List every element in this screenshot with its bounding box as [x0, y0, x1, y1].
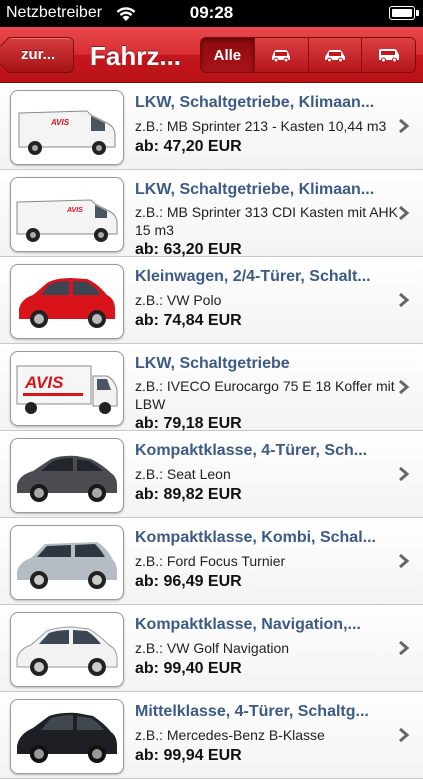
svg-text:AVIS: AVIS — [24, 373, 64, 392]
vehicle-example: z.B.: IVECO Eurocargo 75 E 18 Koffer mit… — [135, 378, 395, 412]
vehicle-category: LKW, Schaltgetriebe, Klimaan... — [135, 94, 375, 111]
page-title: Fahrz... — [90, 41, 182, 71]
segment-mid-car[interactable] — [307, 38, 362, 72]
vehicle-image — [10, 699, 124, 774]
vehicle-image: AVIS — [10, 351, 124, 426]
carrier-name: Netzbetreiber — [6, 4, 103, 21]
vehicle-price: ab: 99,40 EUR — [135, 660, 242, 677]
list-item[interactable]: Kompaktklasse, Navigation,... z.B.: VW G… — [0, 605, 423, 692]
list-item[interactable]: AVIS LKW, Schaltgetriebe, Klimaan... z.B… — [0, 83, 423, 170]
vehicle-price: ab: 96,49 EUR — [135, 573, 242, 590]
vehicle-category: Kompaktklasse, Kombi, Schal... — [135, 529, 376, 546]
segment-small-car[interactable] — [253, 38, 308, 72]
chevron-right-icon — [399, 640, 410, 656]
vehicle-category: LKW, Schaltgetriebe, Klimaan... — [135, 181, 375, 198]
list-item[interactable]: Kompaktklasse, 4-Türer, Sch... z.B.: Sea… — [0, 431, 423, 518]
vehicle-category: Mittelklasse, 4-Türer, Schaltg... — [135, 703, 369, 720]
list-item[interactable]: Kompaktklasse, Kombi, Schal... z.B.: For… — [0, 518, 423, 605]
chevron-right-icon — [399, 118, 410, 134]
battery-icon — [389, 6, 419, 20]
van-icon: AVIS — [16, 199, 118, 242]
list-item[interactable]: Kleinwagen, 2/4-Türer, Schalt... z.B.: V… — [0, 257, 423, 344]
black-car-icon — [17, 712, 117, 763]
segment-all-label: Alle — [213, 46, 242, 64]
vehicle-image — [10, 525, 124, 600]
wagon-icon — [17, 542, 117, 589]
car-icon — [272, 50, 291, 63]
white-car-icon — [16, 626, 118, 676]
vehicle-example: z.B.: Seat Leon — [135, 466, 231, 482]
vehicle-image: AVIS — [10, 177, 124, 252]
chevron-right-icon — [399, 727, 410, 743]
vehicle-price: ab: 89,82 EUR — [135, 486, 242, 503]
vehicle-image: AVIS — [10, 90, 124, 165]
vehicle-image — [10, 612, 124, 687]
chevron-right-icon — [399, 466, 410, 482]
chevron-right-icon — [399, 553, 410, 569]
van-icon — [378, 49, 399, 63]
vehicle-category: Kompaktklasse, 4-Türer, Sch... — [135, 442, 368, 459]
van-icon: AVIS — [18, 110, 116, 155]
navigation-bar: zur... Fahrz... Alle — [0, 27, 423, 83]
list-item[interactable]: AVIS LKW, Schaltgetriebe z.B.: IVECO Eur… — [0, 344, 423, 432]
red-car-icon — [19, 278, 115, 328]
vehicle-category: LKW, Schaltgetriebe — [135, 355, 290, 372]
segment-all[interactable]: Alle — [201, 38, 254, 72]
vehicle-price: ab: 47,20 EUR — [135, 138, 242, 155]
vehicle-example: z.B.: VW Golf Navigation — [135, 640, 290, 656]
chevron-right-icon — [399, 379, 410, 395]
back-button[interactable]: zur... — [0, 36, 74, 74]
vehicle-image — [10, 264, 124, 339]
svg-text:AVIS: AVIS — [66, 207, 83, 214]
car-icon — [324, 50, 345, 63]
vehicle-price: ab: 74,84 EUR — [135, 312, 242, 329]
vehicle-list: AVIS LKW, Schaltgetriebe, Klimaan... z.B… — [0, 83, 423, 779]
chevron-right-icon — [399, 292, 410, 308]
chevron-right-icon — [399, 205, 410, 221]
vehicle-category: Kompaktklasse, Navigation,... — [135, 616, 361, 633]
vehicle-example: z.B.: Mercedes-Benz B-Klasse — [135, 727, 325, 743]
category-segmented-control: Alle — [200, 37, 416, 73]
back-button-label: zur... — [21, 46, 56, 63]
svg-text:AVIS: AVIS — [50, 118, 70, 127]
list-item[interactable]: Mittelklasse, 4-Türer, Schaltg... z.B.: … — [0, 692, 423, 779]
dark-car-icon — [17, 455, 117, 502]
status-bar: Netzbetreiber 09:28 — [0, 0, 423, 27]
vehicle-category: Kleinwagen, 2/4-Türer, Schalt... — [135, 268, 371, 285]
list-item[interactable]: AVIS LKW, Schaltgetriebe, Klimaan... z.B… — [0, 170, 423, 258]
vehicle-example: z.B.: MB Sprinter 213 - Kasten 10,44 m3 — [135, 118, 387, 134]
vehicle-example: z.B.: Ford Focus Turnier — [135, 553, 286, 569]
segment-van[interactable] — [361, 38, 415, 72]
vehicle-example: z.B.: MB Sprinter 313 CDI Kasten mit AHK… — [135, 204, 398, 238]
wifi-icon — [116, 7, 136, 21]
truck-icon: AVIS — [16, 365, 118, 414]
vehicle-example: z.B.: VW Polo — [135, 292, 222, 308]
vehicle-image — [10, 438, 124, 513]
